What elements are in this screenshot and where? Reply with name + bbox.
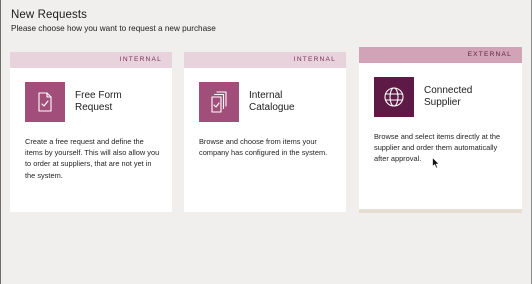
card-tag-internal: INTERNAL (184, 52, 346, 68)
card-description: Browse and select items directly at the … (374, 132, 501, 164)
internal-catalogue-card[interactable]: INTERNAL Internal Catalogue Browse and c… (184, 52, 346, 212)
mouse-pointer-icon (432, 157, 440, 169)
page-subtitle: Please choose how you want to request a … (11, 24, 216, 33)
free-form-request-icon (25, 82, 65, 122)
connected-supplier-card[interactable]: EXTERNAL Connected Supplier Browse and s… (359, 47, 522, 213)
page-title: New Requests (11, 9, 87, 21)
card-bottom-bar (359, 209, 522, 213)
page-header: New Requests Please choose how you want … (11, 9, 216, 33)
card-header: Internal Catalogue (184, 68, 346, 122)
card-header: Free Form Request (10, 68, 172, 122)
card-title: Free Form Request (75, 90, 122, 113)
card-description: Browse and choose from items your compan… (199, 137, 328, 158)
window-border-left (0, 0, 1, 284)
card-title: Connected Supplier (424, 85, 473, 108)
globe-icon (374, 77, 414, 117)
card-description: Create a free request and define the ite… (25, 137, 160, 180)
catalogue-icon (199, 82, 239, 122)
card-title: Internal Catalogue (249, 90, 295, 113)
card-tag-internal: INTERNAL (10, 52, 172, 68)
card-tag-external: EXTERNAL (359, 47, 522, 63)
card-header: Connected Supplier (359, 63, 522, 117)
free-form-request-card[interactable]: INTERNAL Free Form Request Create a free… (10, 52, 172, 212)
